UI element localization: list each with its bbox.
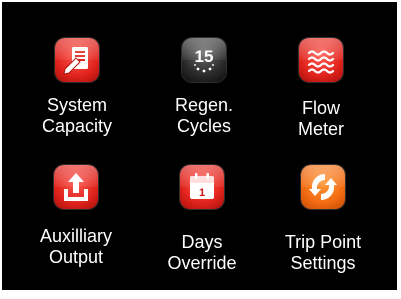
calendar-15-icon: 15 xyxy=(182,38,226,82)
menu-item-label: Days Override xyxy=(167,232,237,273)
calendar-day-number: 15 xyxy=(195,47,214,66)
menu-item-auxilliary-output[interactable]: Auxilliary Output xyxy=(26,159,126,274)
menu-item-label: Auxilliary Output xyxy=(39,226,113,267)
menu-item-label: System Capacity xyxy=(41,95,113,136)
upload-icon xyxy=(54,165,98,209)
calendar-day-number: 1 xyxy=(199,187,205,199)
menu-item-flow-meter[interactable]: Flow Meter xyxy=(271,32,371,142)
menu-item-regen-cycles[interactable]: 15 Regen. Cycles xyxy=(154,32,254,142)
menu-item-label: Regen. Cycles xyxy=(174,95,234,136)
water-waves-icon xyxy=(299,38,343,82)
sync-arrows-icon xyxy=(301,165,345,209)
menu-item-label: Trip Point Settings xyxy=(284,232,362,273)
menu-item-trip-point-settings[interactable]: Trip Point Settings xyxy=(268,159,378,274)
calendar-1-icon: 1 xyxy=(180,165,224,209)
menu-item-label: Flow Meter xyxy=(297,98,344,139)
main-menu-screen: System Capacity 15 Regen. Cycles Flow Me… xyxy=(2,2,397,290)
menu-item-days-override[interactable]: 1 Days Override xyxy=(152,159,252,274)
document-pencil-icon xyxy=(55,38,99,82)
menu-item-system-capacity[interactable]: System Capacity xyxy=(27,32,127,142)
